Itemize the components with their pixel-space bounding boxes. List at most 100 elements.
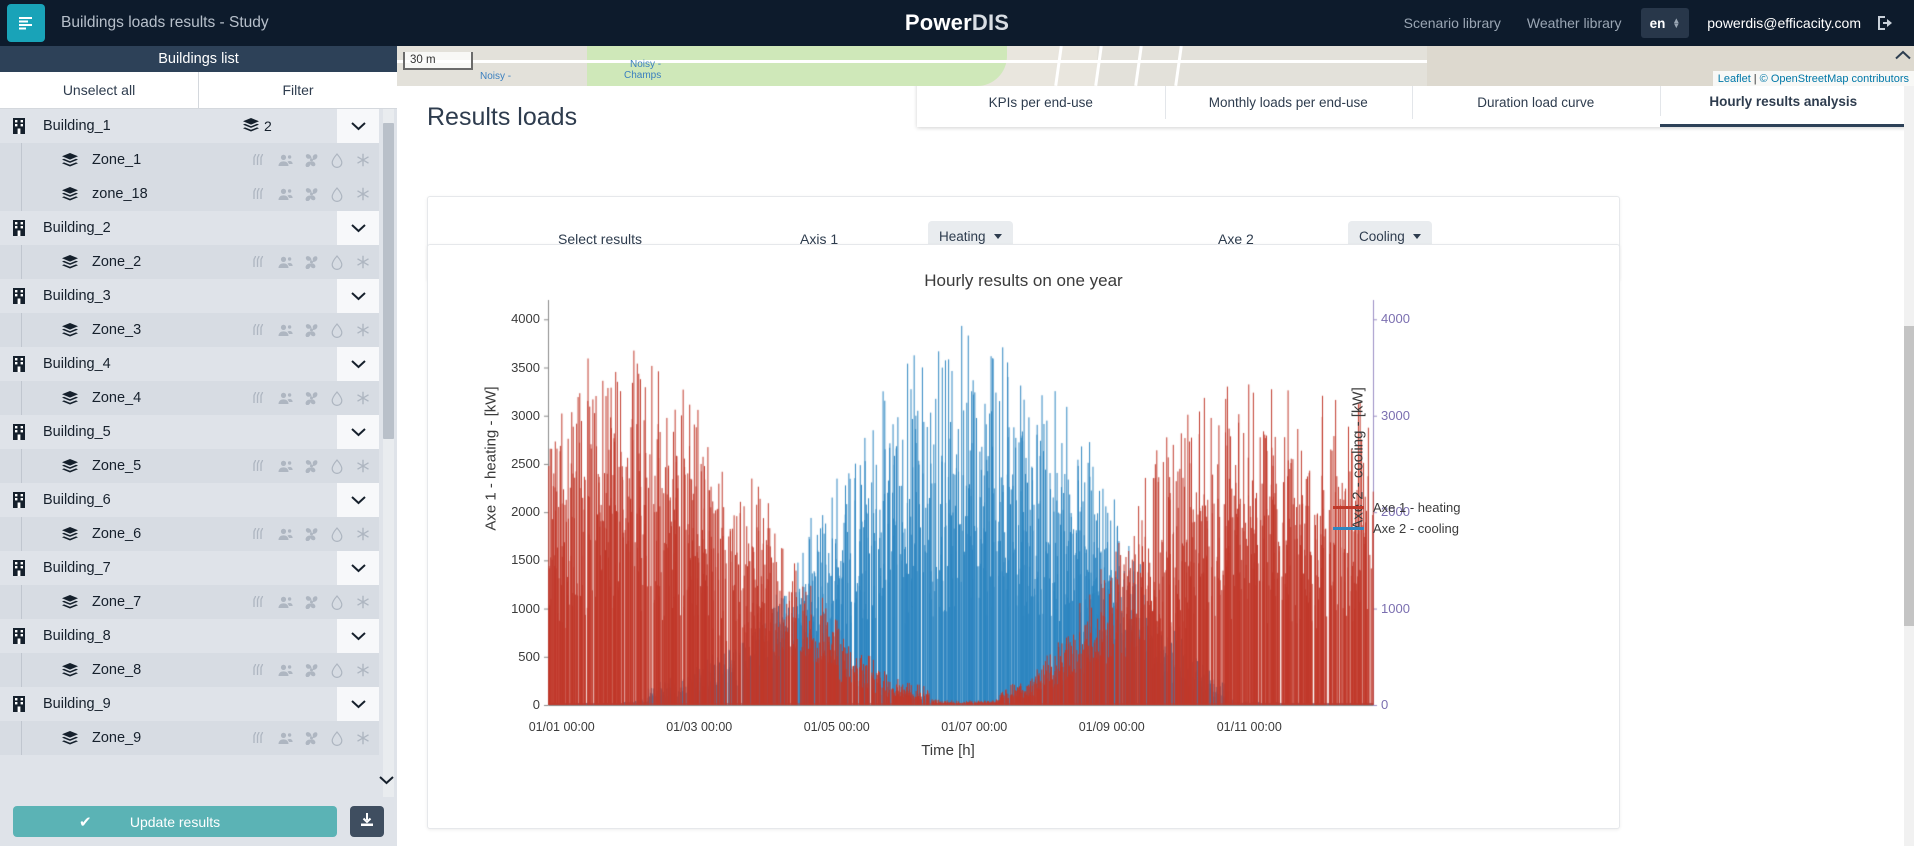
zone-row[interactable]: Zone_1 (0, 143, 379, 177)
occupancy-icon[interactable] (276, 593, 294, 611)
zone-row[interactable]: Zone_4 (0, 381, 379, 415)
fan-icon[interactable] (302, 457, 320, 475)
tree-scrollbar[interactable] (383, 109, 394, 797)
occupancy-icon[interactable] (276, 729, 294, 747)
page-scrollbar[interactable] (1904, 86, 1914, 846)
heating-icon[interactable] (250, 457, 268, 475)
zone-row[interactable]: Zone_2 (0, 245, 379, 279)
water-drop-icon[interactable] (328, 661, 346, 679)
zone-row[interactable]: Zone_7 (0, 585, 379, 619)
tab-hourly-results-analysis[interactable]: Hourly results analysis (1659, 86, 1907, 127)
occupancy-icon[interactable] (276, 151, 294, 169)
heating-icon[interactable] (250, 185, 268, 203)
building-row[interactable]: Building_8 (0, 619, 379, 653)
update-results-button[interactable]: ✔ Update results (13, 806, 337, 837)
fan-icon[interactable] (302, 321, 320, 339)
building-collapse-toggle[interactable] (337, 551, 379, 585)
water-drop-icon[interactable] (328, 321, 346, 339)
snowflake-icon[interactable] (354, 457, 372, 475)
scenario-library-link[interactable]: Scenario library (1391, 15, 1514, 31)
legend-item[interactable]: Axe 2 - cooling (1333, 518, 1460, 539)
snowflake-icon[interactable] (354, 593, 372, 611)
building-row[interactable]: Building_6 (0, 483, 379, 517)
building-collapse-toggle[interactable] (337, 687, 379, 721)
tab-kpis-per-end-use[interactable]: KPIs per end-use (917, 86, 1165, 127)
heating-icon[interactable] (250, 593, 268, 611)
occupancy-icon[interactable] (276, 525, 294, 543)
building-collapse-toggle[interactable] (337, 279, 379, 313)
leaflet-link[interactable]: Leaflet (1718, 73, 1751, 85)
heating-icon[interactable] (250, 525, 268, 543)
building-row[interactable]: Building_5 (0, 415, 379, 449)
heating-icon[interactable] (250, 253, 268, 271)
fan-icon[interactable] (302, 151, 320, 169)
water-drop-icon[interactable] (328, 729, 346, 747)
water-drop-icon[interactable] (328, 389, 346, 407)
tree-expand-more-icon[interactable] (375, 763, 397, 797)
weather-library-link[interactable]: Weather library (1514, 15, 1635, 31)
building-row[interactable]: Building_1 2 (0, 109, 379, 143)
logout-icon[interactable] (1873, 15, 1904, 31)
download-button[interactable] (350, 806, 384, 837)
occupancy-icon[interactable] (276, 321, 294, 339)
legend-item[interactable]: Axe 1 - heating (1333, 497, 1460, 518)
building-collapse-toggle[interactable] (337, 415, 379, 449)
fan-icon[interactable] (302, 593, 320, 611)
water-drop-icon[interactable] (328, 457, 346, 475)
menu-button[interactable] (7, 4, 45, 42)
building-collapse-toggle[interactable] (337, 483, 379, 517)
building-row[interactable]: Building_7 (0, 551, 379, 585)
fan-icon[interactable] (302, 729, 320, 747)
language-select[interactable]: en ▲ ▼ (1640, 8, 1690, 38)
snowflake-icon[interactable] (354, 253, 372, 271)
building-row[interactable]: Building_4 (0, 347, 379, 381)
tab-duration-load-curve[interactable]: Duration load curve (1412, 86, 1660, 127)
filter-button[interactable]: Filter (198, 72, 397, 108)
water-drop-icon[interactable] (328, 185, 346, 203)
zone-row[interactable]: zone_18 (0, 177, 379, 211)
heating-icon[interactable] (250, 661, 268, 679)
water-drop-icon[interactable] (328, 253, 346, 271)
heating-icon[interactable] (250, 389, 268, 407)
water-drop-icon[interactable] (328, 151, 346, 169)
building-collapse-toggle[interactable] (337, 347, 379, 381)
occupancy-icon[interactable] (276, 253, 294, 271)
water-drop-icon[interactable] (328, 525, 346, 543)
snowflake-icon[interactable] (354, 661, 372, 679)
fan-icon[interactable] (302, 253, 320, 271)
building-row[interactable]: Building_9 (0, 687, 379, 721)
snowflake-icon[interactable] (354, 151, 372, 169)
snowflake-icon[interactable] (354, 321, 372, 339)
fan-icon[interactable] (302, 389, 320, 407)
occupancy-icon[interactable] (276, 389, 294, 407)
snowflake-icon[interactable] (354, 525, 372, 543)
building-row[interactable]: Building_2 (0, 211, 379, 245)
tree-scrollbar-thumb[interactable] (383, 123, 394, 439)
building-row[interactable]: Building_3 (0, 279, 379, 313)
zone-row[interactable]: Zone_8 (0, 653, 379, 687)
zone-row[interactable]: Zone_6 (0, 517, 379, 551)
heating-icon[interactable] (250, 151, 268, 169)
user-email[interactable]: powerdis@efficacity.com (1695, 15, 1873, 31)
building-collapse-toggle[interactable] (337, 109, 379, 143)
building-collapse-toggle[interactable] (337, 619, 379, 653)
zone-row[interactable]: Zone_9 (0, 721, 379, 755)
page-scrollbar-thumb[interactable] (1904, 326, 1914, 626)
occupancy-icon[interactable] (276, 185, 294, 203)
zone-row[interactable]: Zone_5 (0, 449, 379, 483)
building-collapse-toggle[interactable] (337, 211, 379, 245)
tab-monthly-loads-per-end-use[interactable]: Monthly loads per end-use (1164, 86, 1413, 127)
unselect-all-button[interactable]: Unselect all (0, 72, 198, 108)
zone-row[interactable]: Zone_3 (0, 313, 379, 347)
map-strip[interactable]: Noisy - Noisy - Champs 30 m Leaflet | © … (397, 46, 1914, 86)
water-drop-icon[interactable] (328, 593, 346, 611)
heating-icon[interactable] (250, 729, 268, 747)
fan-icon[interactable] (302, 661, 320, 679)
fan-icon[interactable] (302, 185, 320, 203)
occupancy-icon[interactable] (276, 661, 294, 679)
heating-icon[interactable] (250, 321, 268, 339)
snowflake-icon[interactable] (354, 185, 372, 203)
fan-icon[interactable] (302, 525, 320, 543)
occupancy-icon[interactable] (276, 457, 294, 475)
snowflake-icon[interactable] (354, 389, 372, 407)
